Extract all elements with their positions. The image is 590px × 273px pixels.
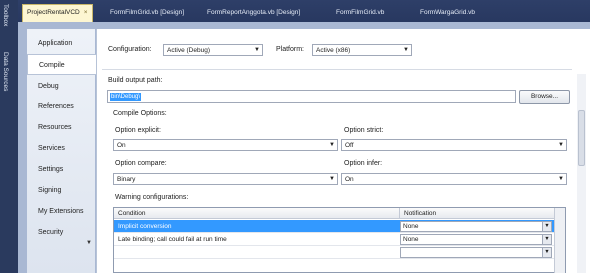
platform-value: Active (x86) bbox=[316, 47, 351, 54]
table-row[interactable]: Implicit conversion None ▼ bbox=[114, 220, 555, 233]
notification-select[interactable]: None ▼ bbox=[400, 234, 552, 245]
table-row[interactable]: Late binding; call could fail at run tim… bbox=[114, 233, 555, 246]
option-compare-select[interactable]: Binary ▼ bbox=[113, 173, 338, 185]
close-icon[interactable]: × bbox=[84, 9, 88, 16]
page-scrollbar[interactable] bbox=[577, 74, 586, 273]
divider bbox=[102, 69, 572, 70]
nav-item-signing[interactable]: Signing bbox=[27, 180, 95, 201]
option-infer-value: On bbox=[345, 176, 354, 183]
option-explicit-select[interactable]: On ▼ bbox=[113, 139, 338, 151]
condition-cell: Late binding; call could fail at run tim… bbox=[118, 236, 227, 243]
chevron-down-icon: ▼ bbox=[329, 176, 335, 182]
grid-scrollbar[interactable] bbox=[554, 208, 565, 273]
tab-label: ProjectRentalVCD bbox=[27, 9, 80, 16]
table-row[interactable]: ▼ bbox=[114, 246, 555, 259]
toolbox-tab[interactable]: Toolbox bbox=[2, 4, 9, 26]
tab-formwargagrid[interactable]: FormWargaGrid.vb bbox=[416, 5, 479, 20]
build-output-label: Build output path: bbox=[108, 77, 163, 84]
tab-formfilmgrid[interactable]: FormFilmGrid.vb bbox=[332, 5, 388, 20]
page-scrollbar-thumb[interactable] bbox=[578, 110, 585, 166]
browse-button[interactable]: Browse... bbox=[519, 90, 570, 104]
notification-select[interactable]: ▼ bbox=[400, 247, 552, 258]
build-output-path-value: bin\Debug\ bbox=[110, 93, 142, 101]
tab-label: FormFilmGrid.vb bbox=[336, 9, 385, 16]
option-compare-value: Binary bbox=[117, 176, 136, 183]
nav-item-references[interactable]: References bbox=[27, 96, 95, 117]
option-explicit-value: On bbox=[117, 142, 126, 149]
chevron-down-icon: ▼ bbox=[558, 176, 564, 182]
chevron-down-icon: ▼ bbox=[542, 235, 551, 244]
configuration-select[interactable]: Active (Debug) ▼ bbox=[163, 44, 263, 56]
chevron-down-icon: ▼ bbox=[542, 222, 551, 231]
configuration-value: Active (Debug) bbox=[167, 47, 210, 54]
notification-value: None bbox=[403, 223, 419, 230]
option-strict-value: Off bbox=[345, 142, 354, 149]
nav-item-my-extensions[interactable]: My Extensions bbox=[27, 201, 95, 222]
platform-select[interactable]: Active (x86) ▼ bbox=[312, 44, 412, 56]
condition-cell: Implicit conversion bbox=[118, 223, 172, 230]
option-infer-label: Option infer: bbox=[344, 160, 383, 167]
chevron-down-icon: ▼ bbox=[542, 248, 551, 257]
nav-item-debug[interactable]: Debug bbox=[27, 76, 95, 97]
notification-value: None bbox=[403, 236, 419, 243]
option-strict-label: Option strict: bbox=[344, 127, 384, 134]
nav-scroll-down-icon[interactable]: ▼ bbox=[86, 240, 92, 246]
option-infer-select[interactable]: On ▼ bbox=[341, 173, 567, 185]
notification-select[interactable]: None ▼ bbox=[400, 221, 552, 232]
chevron-down-icon: ▼ bbox=[558, 142, 564, 148]
tab-project-rental-vcd[interactable]: ProjectRentalVCD × bbox=[22, 4, 93, 22]
nav-item-settings[interactable]: Settings bbox=[27, 159, 95, 180]
nav-item-services[interactable]: Services bbox=[27, 138, 95, 159]
document-tab-bar: ProjectRentalVCD × FormFilmGrid.vb [Desig… bbox=[18, 0, 590, 22]
data-sources-tab[interactable]: Data Sources bbox=[2, 52, 9, 91]
chevron-down-icon: ▼ bbox=[403, 47, 409, 53]
warning-configurations-label: Warning configurations: bbox=[115, 194, 189, 201]
tab-formfilmgrid-design[interactable]: FormFilmGrid.vb [Design] bbox=[106, 5, 188, 20]
option-explicit-label: Option explicit: bbox=[115, 127, 161, 134]
configuration-label: Configuration: bbox=[108, 46, 152, 53]
chevron-down-icon: ▼ bbox=[254, 47, 260, 53]
tab-label: FormReportAnggota.vb [Design] bbox=[207, 9, 301, 16]
option-compare-label: Option compare: bbox=[115, 160, 167, 167]
column-header-condition[interactable]: Condition bbox=[114, 208, 400, 219]
compile-options-label: Compile Options: bbox=[113, 110, 167, 117]
build-output-path-input[interactable]: bin\Debug\ bbox=[107, 90, 516, 103]
chevron-down-icon: ▼ bbox=[329, 142, 335, 148]
nav-item-compile[interactable]: Compile bbox=[27, 54, 97, 75]
column-header-notification[interactable]: Notification bbox=[400, 208, 555, 219]
property-pages-nav: Application Compile Debug References Res… bbox=[27, 29, 97, 273]
tab-label: FormWargaGrid.vb bbox=[420, 9, 476, 16]
warning-configurations-grid: Condition Notification Implicit conversi… bbox=[113, 207, 566, 273]
nav-item-application[interactable]: Application bbox=[27, 33, 95, 54]
option-strict-select[interactable]: Off ▼ bbox=[341, 139, 567, 151]
nav-item-security[interactable]: Security bbox=[27, 222, 95, 243]
tab-formreportanggota-design[interactable]: FormReportAnggota.vb [Design] bbox=[203, 5, 304, 20]
tab-label: FormFilmGrid.vb [Design] bbox=[110, 9, 185, 16]
platform-label: Platform: bbox=[276, 46, 305, 53]
tool-window-strip: Toolbox Data Sources bbox=[0, 0, 18, 273]
nav-item-resources[interactable]: Resources bbox=[27, 117, 95, 138]
